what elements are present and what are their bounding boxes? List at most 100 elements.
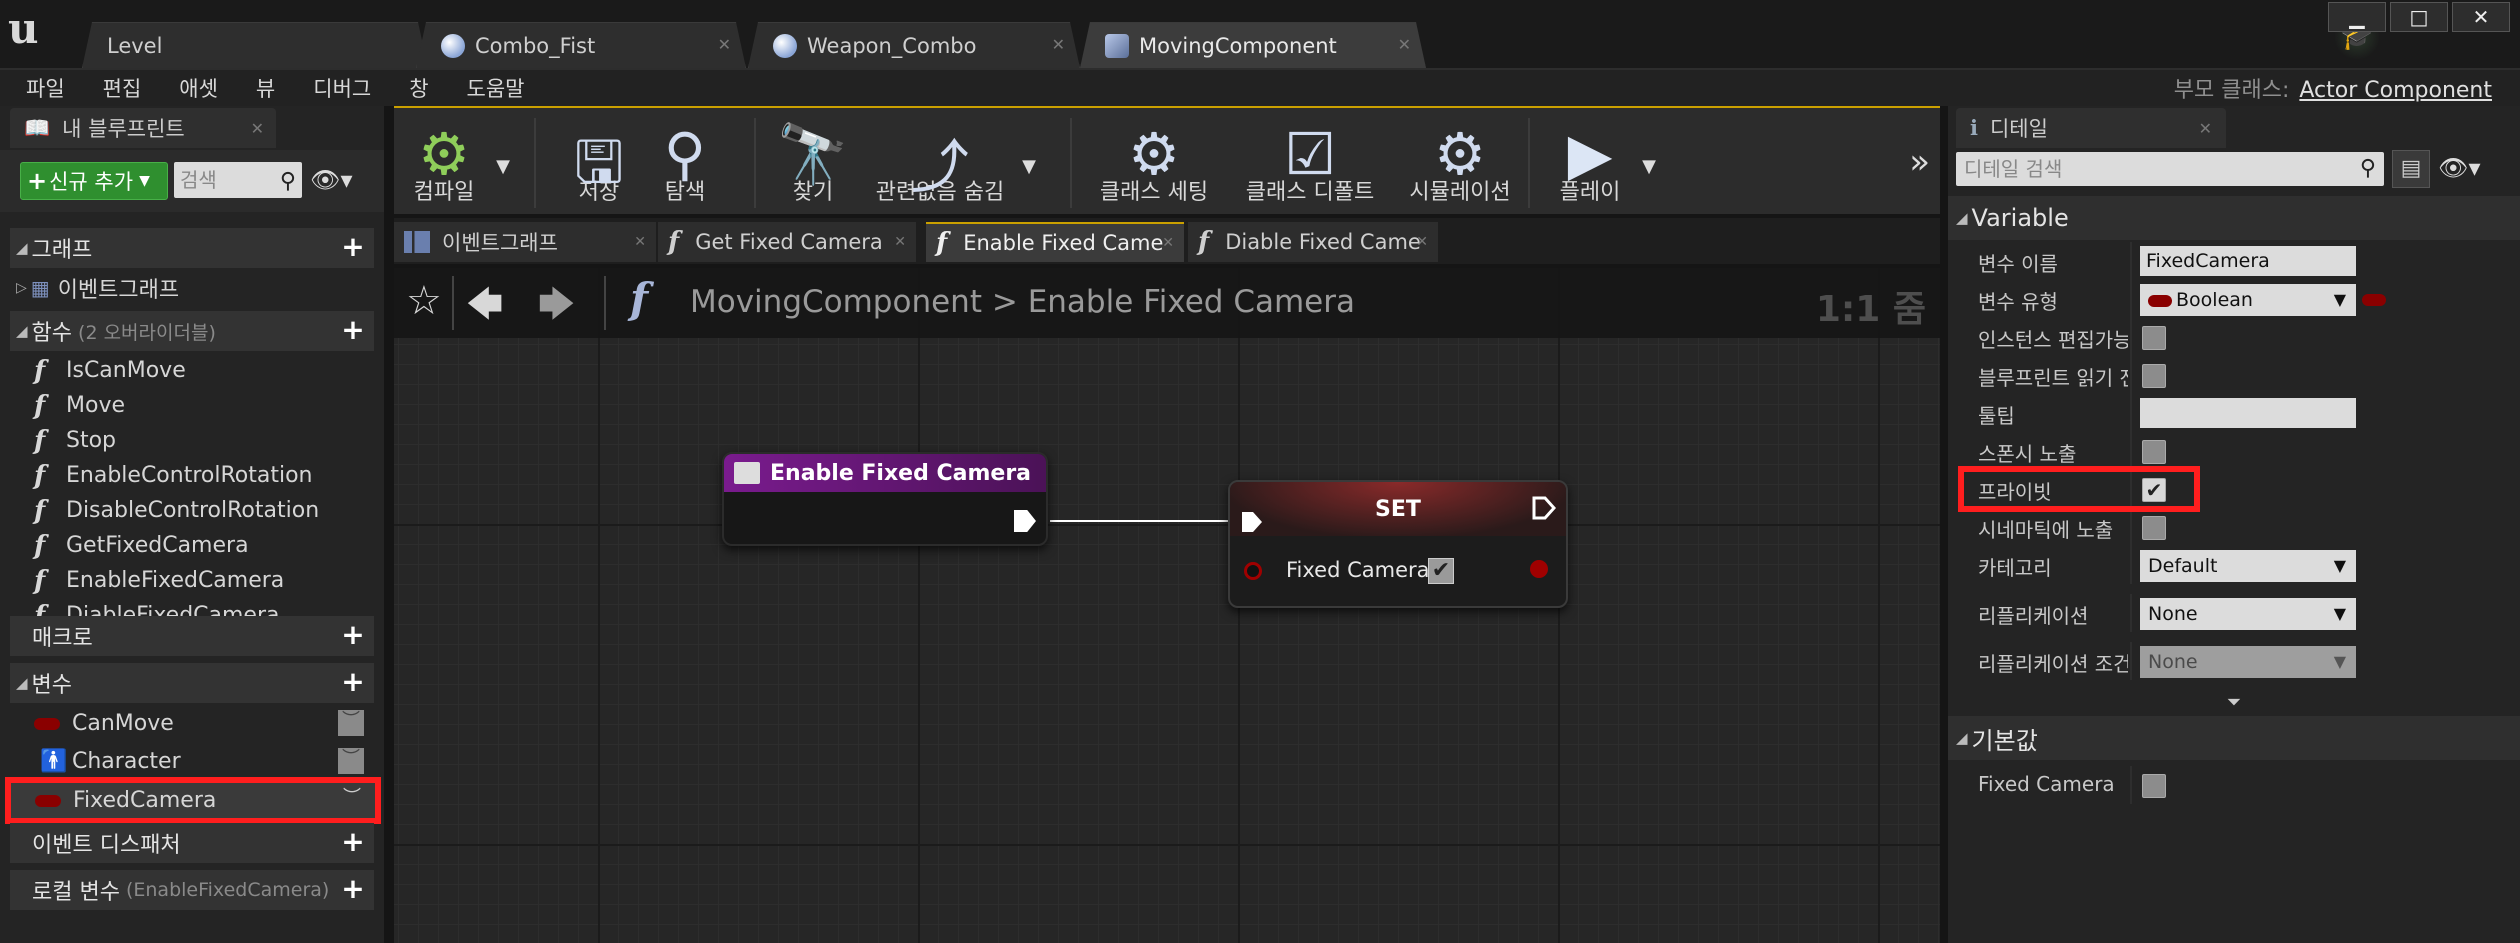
function-item[interactable]: f GetFixedCamera	[10, 528, 374, 563]
expose-cinematics-checkbox[interactable]	[2142, 516, 2166, 540]
variable-name-field[interactable]: FixedCamera	[2140, 246, 2356, 276]
section-event-dispatchers[interactable]: 이벤트 디스패처 +	[10, 823, 374, 863]
details-tab[interactable]: ℹ 디테일 ✕	[1956, 108, 2226, 148]
chevron-down-icon[interactable]: ▼	[1022, 156, 1036, 177]
menu-help[interactable]: 도움말	[467, 73, 525, 103]
close-tab-icon[interactable]: ✕	[1162, 235, 1174, 251]
container-type-pill-icon[interactable]	[2362, 294, 2386, 306]
view-options-eye-icon[interactable]: 👁▾	[2438, 154, 2481, 182]
add-local-variable-button[interactable]: +	[340, 875, 366, 903]
play-button[interactable]: ▶ 플레이 ▼	[1550, 116, 1656, 216]
class-settings-button[interactable]: ⚙ 클래스 세팅	[1094, 116, 1214, 216]
add-new-button[interactable]: + 신규 추가 ▼	[20, 162, 168, 200]
tooltip-field[interactable]	[2140, 398, 2356, 428]
function-item[interactable]: f Move	[10, 388, 374, 423]
doc-tab-weapon-combo[interactable]: Weapon_Combo ✕	[748, 22, 1080, 68]
graph-tab-event-graph[interactable]: 이벤트그래프 ✕	[394, 222, 656, 262]
close-tab-icon[interactable]: ✕	[1416, 234, 1428, 250]
category-combobox[interactable]: Default ▼	[2140, 550, 2356, 582]
exec-out-pin[interactable]	[1532, 496, 1556, 520]
close-panel-icon[interactable]: ✕	[2199, 119, 2212, 138]
menu-window[interactable]: 창	[409, 73, 428, 103]
menu-file[interactable]: 파일	[26, 73, 65, 103]
hide-unrelated-button[interactable]: ⤴ 관련없음 숨김 ▼	[870, 116, 1036, 216]
advanced-expand-icon[interactable]: ⏷	[1948, 692, 2520, 713]
blueprint-readonly-checkbox[interactable]	[2142, 364, 2166, 388]
close-tab-icon[interactable]: ✕	[718, 35, 731, 54]
graph-tab-diable-fixed-camera[interactable]: f Diable Fixed Came ✕	[1188, 222, 1438, 262]
chevron-down-icon[interactable]: ︶	[339, 787, 365, 813]
property-matrix-button[interactable]: ▤	[2392, 150, 2430, 188]
doc-tab-moving-component[interactable]: MovingComponent ✕	[1080, 22, 1426, 68]
instance-editable-checkbox[interactable]	[2142, 326, 2166, 350]
details-search-input[interactable]: 디테일 검색 ⚲	[1956, 152, 2384, 186]
minimize-button[interactable]: ▁	[2328, 2, 2386, 32]
add-graph-button[interactable]: +	[340, 233, 366, 261]
add-dispatcher-button[interactable]: +	[340, 828, 366, 856]
section-local-variables[interactable]: 로컬 변수 (EnableFixedCamera) +	[10, 870, 374, 910]
bool-input-pin[interactable]	[1244, 562, 1262, 580]
graph-tab-enable-fixed-camera[interactable]: f Enable Fixed Came ✕	[926, 222, 1184, 262]
add-function-button[interactable]: +	[340, 316, 366, 344]
add-macro-button[interactable]: +	[340, 621, 366, 649]
menu-view[interactable]: 뷰	[256, 73, 275, 103]
favorite-star-icon[interactable]: ☆	[406, 278, 442, 324]
back-arrow-icon[interactable]: 🡄	[466, 278, 503, 339]
exec-out-pin[interactable]	[1014, 510, 1036, 532]
function-item[interactable]: f EnableFixedCamera	[10, 563, 374, 598]
function-item[interactable]: f Stop	[10, 423, 374, 458]
class-defaults-button[interactable]: ☑ 클래스 디폴트	[1240, 116, 1380, 216]
category-default-value[interactable]: ◢ 기본값	[1948, 716, 2520, 760]
more-tools-chevron-icon[interactable]: »	[1909, 142, 1930, 182]
section-variables[interactable]: ◢ 변수 +	[10, 663, 374, 703]
simulation-button[interactable]: ⚙ 시뮬레이션	[1400, 116, 1520, 216]
variable-item-character[interactable]: 🚹 Character ︶	[10, 744, 374, 779]
variable-item-fixedcamera[interactable]: FixedCamera ︶	[5, 777, 381, 824]
forward-arrow-icon[interactable]: 🡆	[538, 278, 575, 339]
close-tab-icon[interactable]: ✕	[634, 234, 646, 250]
function-entry-node[interactable]: Enable Fixed Camera	[722, 452, 1048, 546]
chevron-down-icon[interactable]: ︶	[338, 710, 364, 736]
category-variable[interactable]: ◢ Variable	[1948, 196, 2520, 240]
bool-output-pin[interactable]	[1530, 560, 1548, 578]
browse-button[interactable]: ⚲ 탐색	[650, 116, 720, 216]
add-variable-button[interactable]: +	[340, 668, 366, 696]
menu-debug[interactable]: 디버그	[313, 73, 371, 103]
chevron-down-icon[interactable]: ▼	[496, 156, 510, 177]
breadcrumb-root[interactable]: MovingComponent	[690, 284, 982, 320]
chevron-down-icon[interactable]: ▼	[1642, 156, 1656, 177]
close-panel-icon[interactable]: ✕	[251, 119, 264, 138]
blueprint-graph-canvas[interactable]: ☆ 🡄 🡆 f MovingComponent > Enable Fixed C…	[394, 268, 1940, 943]
graph-tab-get-fixed-camera[interactable]: f Get Fixed Camera ✕	[658, 222, 916, 262]
close-tab-icon[interactable]: ✕	[1052, 35, 1065, 54]
close-window-button[interactable]: ✕	[2452, 2, 2510, 32]
exec-in-pin[interactable]	[1240, 510, 1264, 534]
section-functions[interactable]: ◢ 함수 (2 오버라이더블) +	[10, 311, 374, 351]
menu-edit[interactable]: 편집	[103, 73, 142, 103]
blueprint-search-input[interactable]: 검색 ⚲	[174, 162, 302, 198]
event-graph-item[interactable]: ▷ ▦ 이벤트그래프	[10, 270, 374, 305]
variable-item-canmove[interactable]: CanMove ︶	[10, 706, 374, 741]
function-item[interactable]: f DisableControlRotation	[10, 493, 374, 528]
save-button[interactable]: 🖫 저장	[564, 116, 634, 216]
compile-button[interactable]: ⚙ 컴파일 ▼	[404, 116, 510, 216]
doc-tab-combo-fist[interactable]: Combo_Fist ✕	[416, 22, 746, 68]
section-graph[interactable]: ◢ 그래프 +	[10, 228, 374, 268]
default-fixed-camera-checkbox[interactable]	[2142, 774, 2166, 798]
set-variable-node[interactable]: SET Fixed Camera ✔	[1228, 480, 1568, 608]
replication-dropdown[interactable]: None ▼	[2140, 598, 2356, 630]
view-options-eye-icon[interactable]: 👁▾	[310, 166, 353, 194]
menu-asset[interactable]: 애셋	[179, 73, 218, 103]
close-tab-icon[interactable]: ✕	[894, 234, 906, 250]
section-macros[interactable]: 매크로 +	[10, 616, 374, 656]
doc-tab-level[interactable]: Level	[82, 22, 428, 68]
variable-type-dropdown[interactable]: Boolean ▼	[2140, 284, 2356, 316]
my-blueprint-tab[interactable]: 📖 내 블루프린트 ✕	[10, 108, 276, 148]
parent-class-link[interactable]: Actor Component	[2299, 78, 2492, 103]
find-button[interactable]: 🔭 찾기	[777, 116, 849, 216]
function-item[interactable]: f EnableControlRotation	[10, 458, 374, 493]
function-item[interactable]: f IsCanMove	[10, 353, 374, 388]
expose-on-spawn-checkbox[interactable]	[2142, 440, 2166, 464]
chevron-down-icon[interactable]: ︶	[338, 748, 364, 774]
maximize-button[interactable]: □	[2390, 2, 2448, 32]
